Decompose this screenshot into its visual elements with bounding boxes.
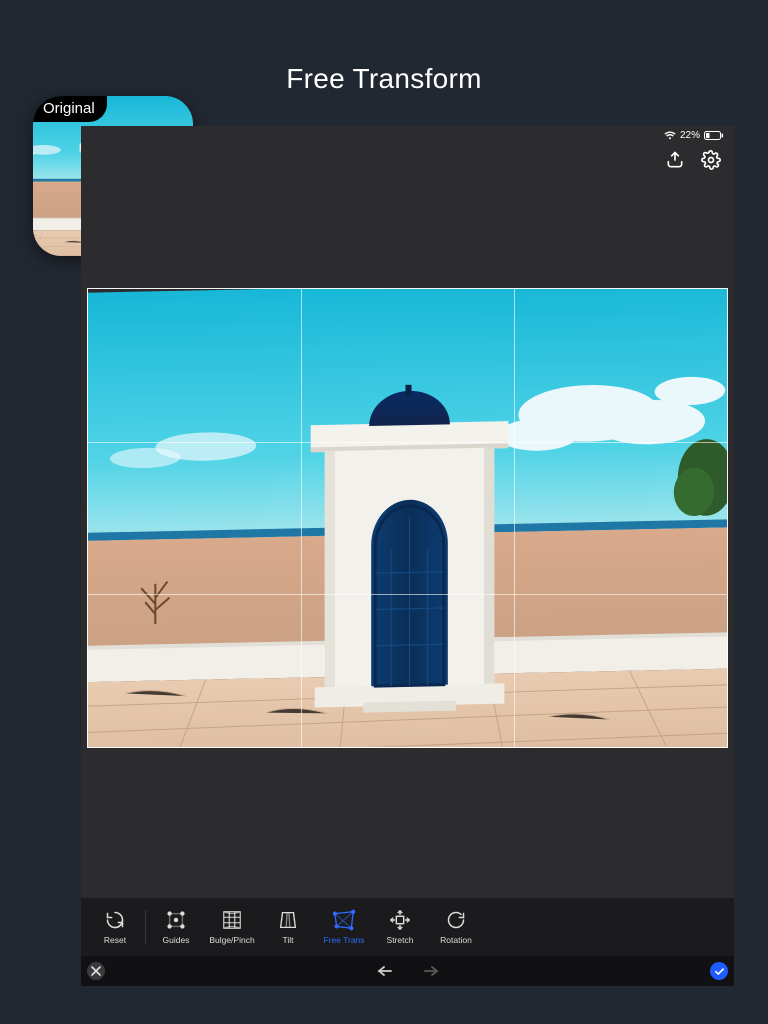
- tool-label: Rotation: [440, 935, 472, 945]
- tool-free-transform[interactable]: Free Trans: [316, 909, 372, 945]
- free-transform-icon: [333, 909, 355, 931]
- tool-label: Free Trans: [323, 935, 364, 945]
- tool-reset[interactable]: Reset: [87, 909, 143, 945]
- tool-label: Bulge/Pinch: [209, 935, 254, 945]
- confirm-button[interactable]: [710, 962, 728, 980]
- original-badge: Original: [33, 96, 107, 122]
- tool-tilt[interactable]: Tilt: [260, 909, 316, 945]
- tool-bulge-pinch[interactable]: Bulge/Pinch: [204, 909, 260, 945]
- top-bar: [81, 142, 734, 178]
- bulge-icon: [221, 909, 243, 931]
- device-frame: 22% Reset: [81, 126, 734, 986]
- history-controls: [376, 964, 440, 978]
- wifi-icon: [664, 131, 676, 140]
- canvas[interactable]: [87, 288, 728, 748]
- canvas-area[interactable]: [81, 178, 734, 898]
- canvas-image[interactable]: [87, 288, 728, 748]
- tool-stretch[interactable]: Stretch: [372, 909, 428, 945]
- tool-rotation[interactable]: Rotation: [428, 909, 484, 945]
- battery-icon: [704, 131, 724, 140]
- tool-label: Reset: [104, 935, 126, 945]
- undo-button[interactable]: [376, 964, 396, 978]
- stretch-icon: [389, 909, 411, 931]
- tool-label: Tilt: [282, 935, 293, 945]
- status-bar: 22%: [81, 126, 734, 142]
- tool-label: Stretch: [387, 935, 414, 945]
- tool-row: Reset Guides Bulge/Pinch Tilt Free Tran: [81, 898, 734, 956]
- battery-percent: 22%: [680, 130, 700, 141]
- tool-label: Guides: [163, 935, 190, 945]
- settings-button[interactable]: [700, 149, 722, 171]
- page-title: Free Transform: [0, 63, 768, 95]
- cancel-button[interactable]: [87, 962, 105, 980]
- bottom-bar: [81, 956, 734, 986]
- tool-divider: [145, 910, 146, 944]
- reset-icon: [104, 909, 126, 931]
- guides-icon: [165, 909, 187, 931]
- tilt-icon: [277, 909, 299, 931]
- tool-guides[interactable]: Guides: [148, 909, 204, 945]
- redo-button[interactable]: [420, 964, 440, 978]
- export-button[interactable]: [664, 149, 686, 171]
- rotation-icon: [445, 909, 467, 931]
